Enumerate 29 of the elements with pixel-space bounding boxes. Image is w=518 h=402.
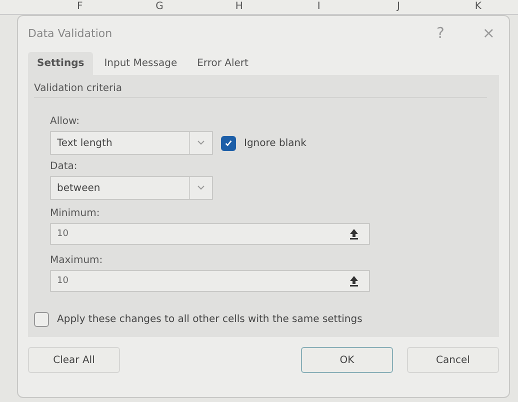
range-select-icon <box>349 228 359 240</box>
checkmark-icon <box>224 138 233 148</box>
tab[interactable]: Input Message <box>95 52 186 75</box>
tab[interactable]: Settings <box>28 52 94 75</box>
column-header: J <box>396 0 401 14</box>
column-header: I <box>316 0 322 14</box>
data-dropdown[interactable]: between <box>50 176 213 200</box>
column-header: F <box>76 0 84 14</box>
checkbox-label: Ignore blank <box>244 138 306 148</box>
field-label: Allow: <box>50 116 81 127</box>
checkbox-label: Apply these changes to all other cells with the same settings <box>57 314 362 325</box>
clear-all-button[interactable]: Clear All <box>28 347 120 373</box>
group-heading: Validation criteria <box>34 83 487 98</box>
column-header: H <box>234 0 244 14</box>
column-header: K <box>474 0 482 14</box>
ok-button[interactable]: OK <box>301 347 393 373</box>
checkbox[interactable] <box>34 312 49 327</box>
maximum-field[interactable]: 10 <box>50 270 370 292</box>
field-label: Data: <box>50 161 78 172</box>
field-label: Maximum: <box>50 255 104 266</box>
tab[interactable]: Error Alert <box>188 52 258 75</box>
minimum-field[interactable]: 10 <box>50 223 370 245</box>
range-select-icon <box>349 275 359 287</box>
window-title: Data Validation <box>28 26 114 40</box>
checkbox[interactable] <box>221 136 236 150</box>
column-header: G <box>154 0 164 14</box>
allow-dropdown[interactable]: Text length <box>50 131 213 155</box>
cancel-button[interactable]: Cancel <box>407 347 499 373</box>
field-label: Minimum: <box>50 208 101 219</box>
